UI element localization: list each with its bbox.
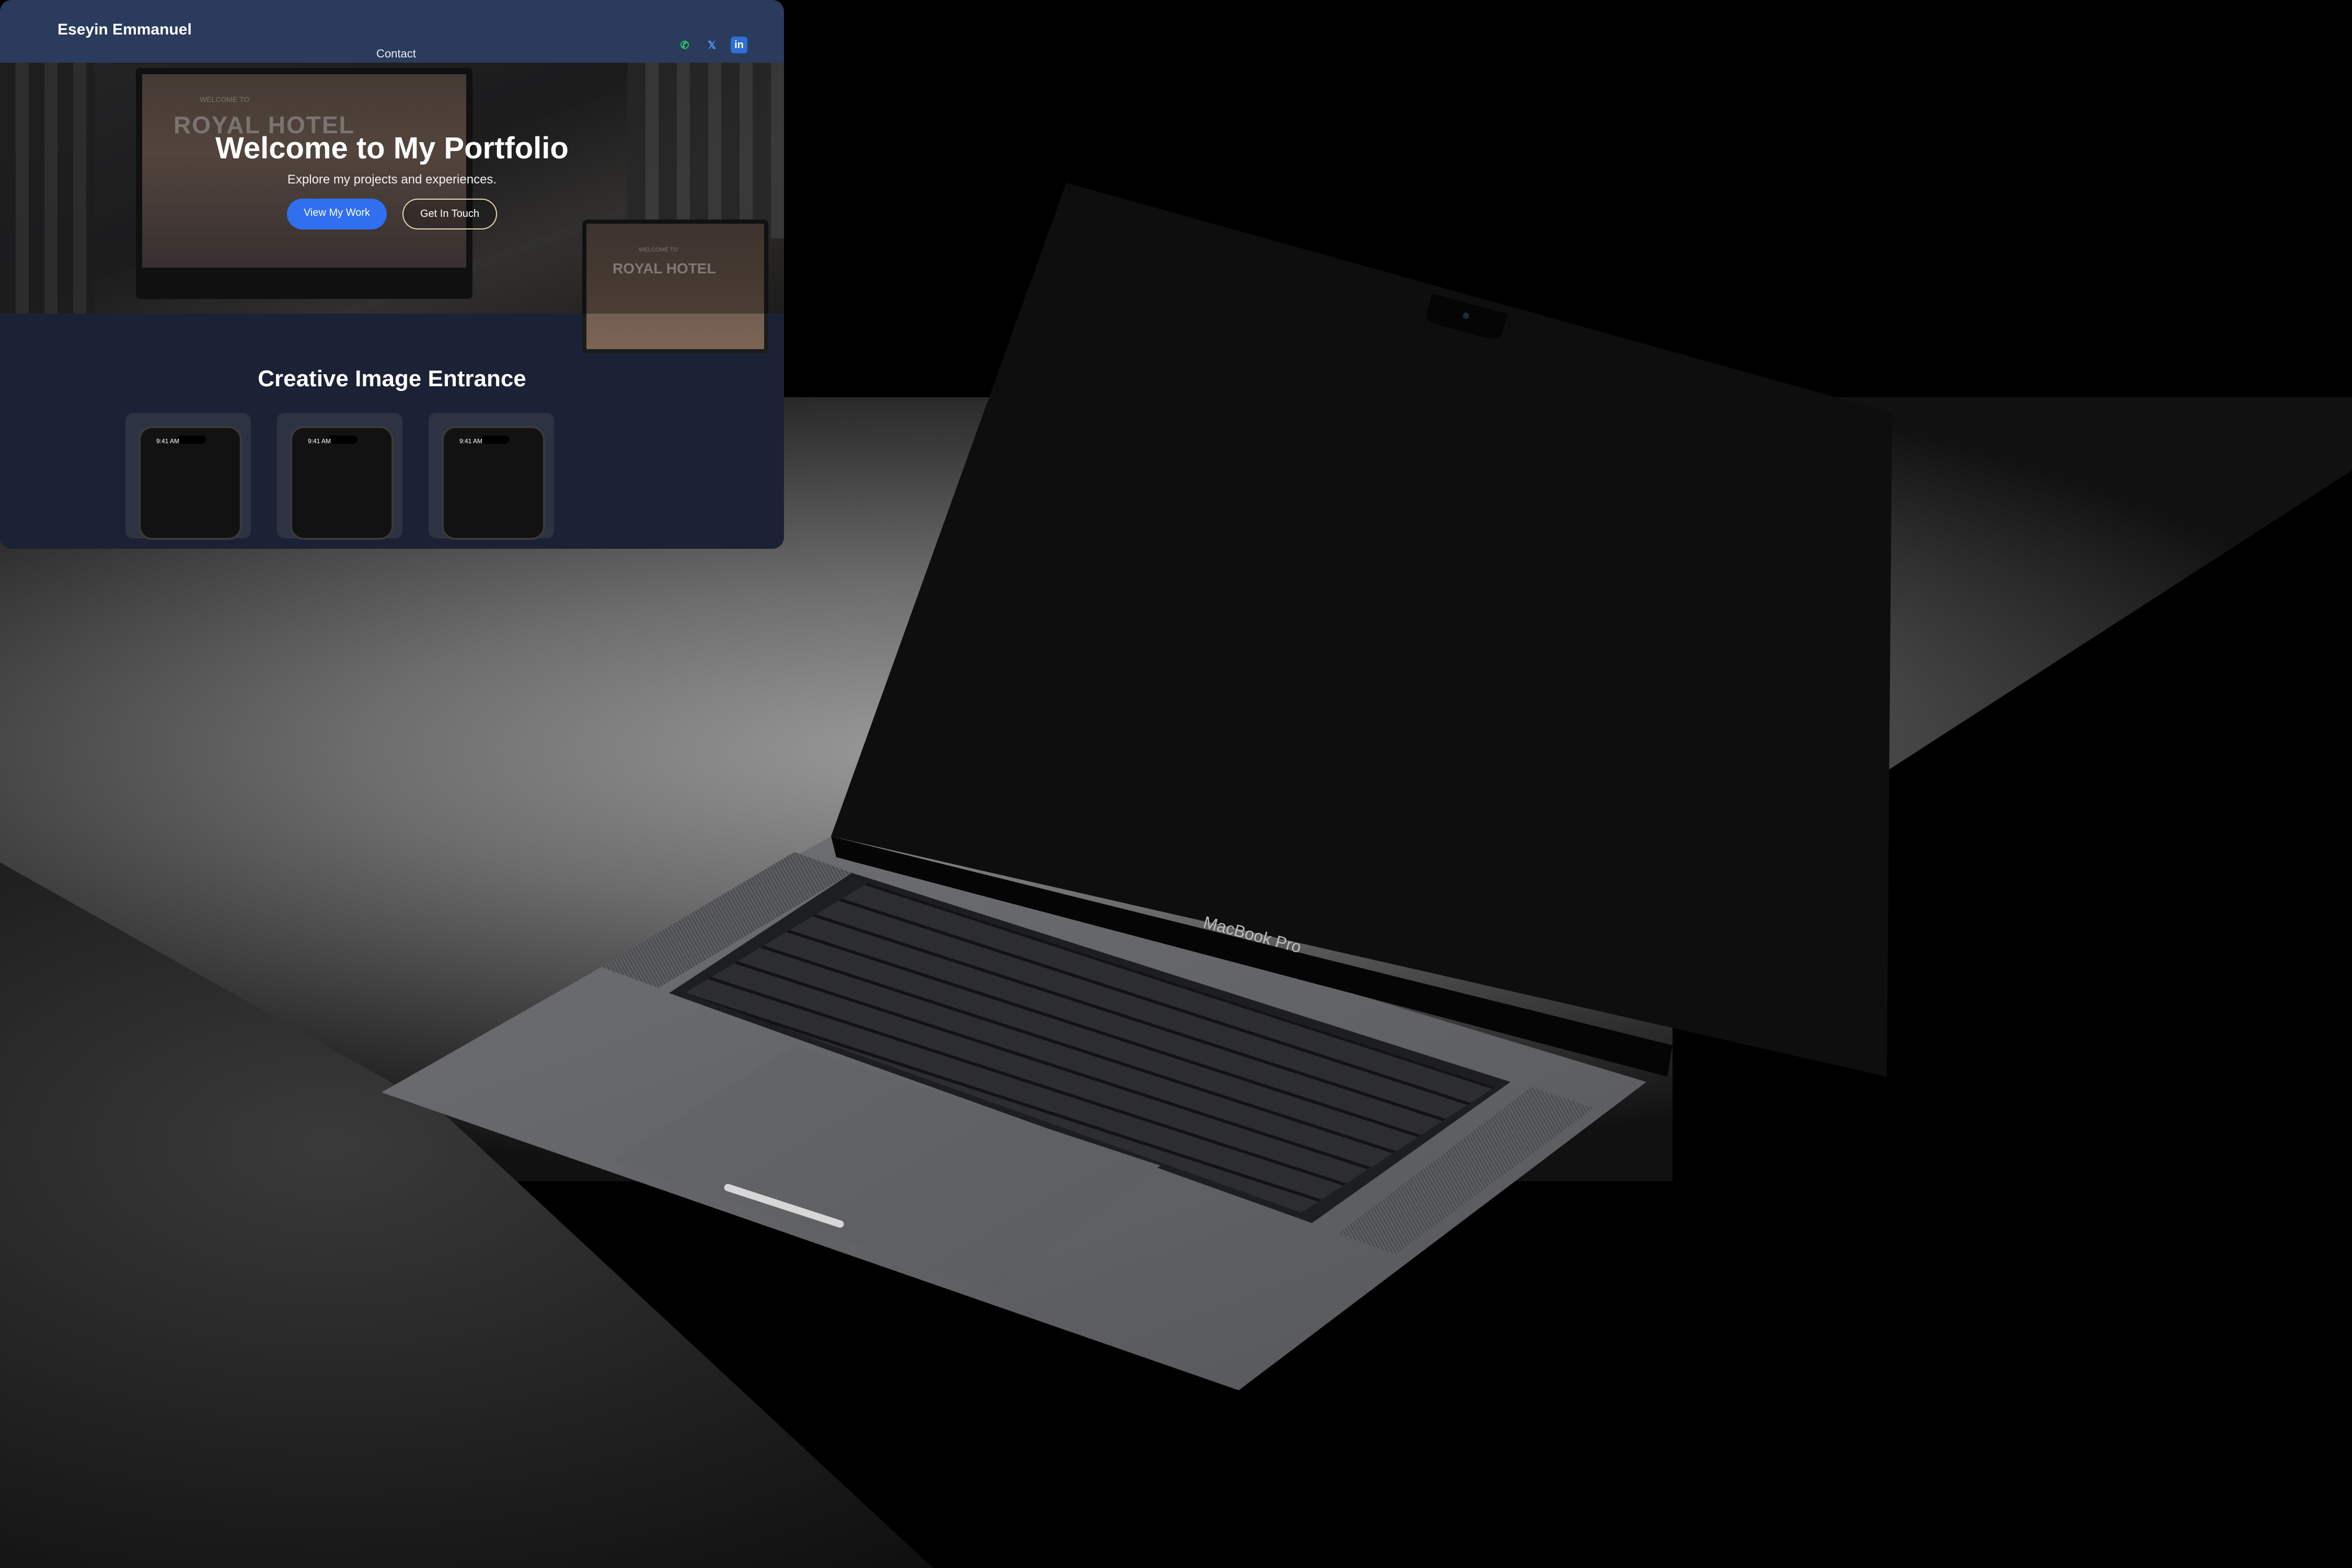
phone-card[interactable]: 9:41 AM	[125, 413, 251, 540]
navbar: Eseyin Emmanuel Contact ✆ 𝕏 in	[0, 0, 784, 63]
hero-background: WELCOME TO ROYAL HOTEL WELCOME TO ROYAL …	[0, 63, 784, 353]
phone-notch	[177, 435, 206, 444]
nav-links: Contact	[376, 47, 416, 61]
brand-logo[interactable]: Eseyin Emmanuel	[57, 21, 192, 39]
phone-time: 9:41 AM	[156, 437, 180, 445]
phone-screen: 9:41 AM	[139, 426, 242, 540]
photo-scene: WELCOME TO ROYAL HOTEL WELCOME TO ROYAL …	[0, 0, 2352, 1568]
phone-time: 9:41 AM	[459, 437, 483, 445]
phone-card[interactable]: 9:41 AM	[429, 413, 554, 540]
phone-screen: 9:41 AM	[442, 426, 545, 540]
linkedin-icon[interactable]: in	[731, 37, 747, 53]
phone-time: 9:41 AM	[308, 437, 331, 445]
hero-title: Welcome to My Portfolio	[215, 131, 569, 165]
get-in-touch-button[interactable]: Get In Touch	[402, 199, 498, 229]
camera-icon	[1462, 312, 1470, 320]
nav-link-contact[interactable]: Contact	[376, 47, 416, 61]
phone-notch	[480, 435, 509, 444]
x-icon[interactable]: 𝕏	[704, 37, 720, 53]
phone-card[interactable]: 9:41 AM	[277, 413, 402, 540]
phone-notch	[329, 435, 358, 444]
phone-screen: 9:41 AM	[290, 426, 394, 540]
laptop-screen: WELCOME TO ROYAL HOTEL WELCOME TO ROYAL …	[0, 0, 784, 549]
phone-gallery: 9:41 AM 9:41 AM 9:41 AM	[125, 413, 554, 540]
view-my-work-button[interactable]: View My Work	[286, 199, 387, 229]
hero-subtitle: Explore my projects and experiences.	[287, 172, 497, 187]
section-title: Creative Image Entrance	[258, 366, 526, 391]
hero-buttons: View My Work Get In Touch	[0, 199, 784, 229]
social-links: ✆ 𝕏 in	[676, 37, 747, 53]
hero-overlay	[0, 63, 784, 314]
whatsapp-icon[interactable]: ✆	[676, 37, 693, 53]
